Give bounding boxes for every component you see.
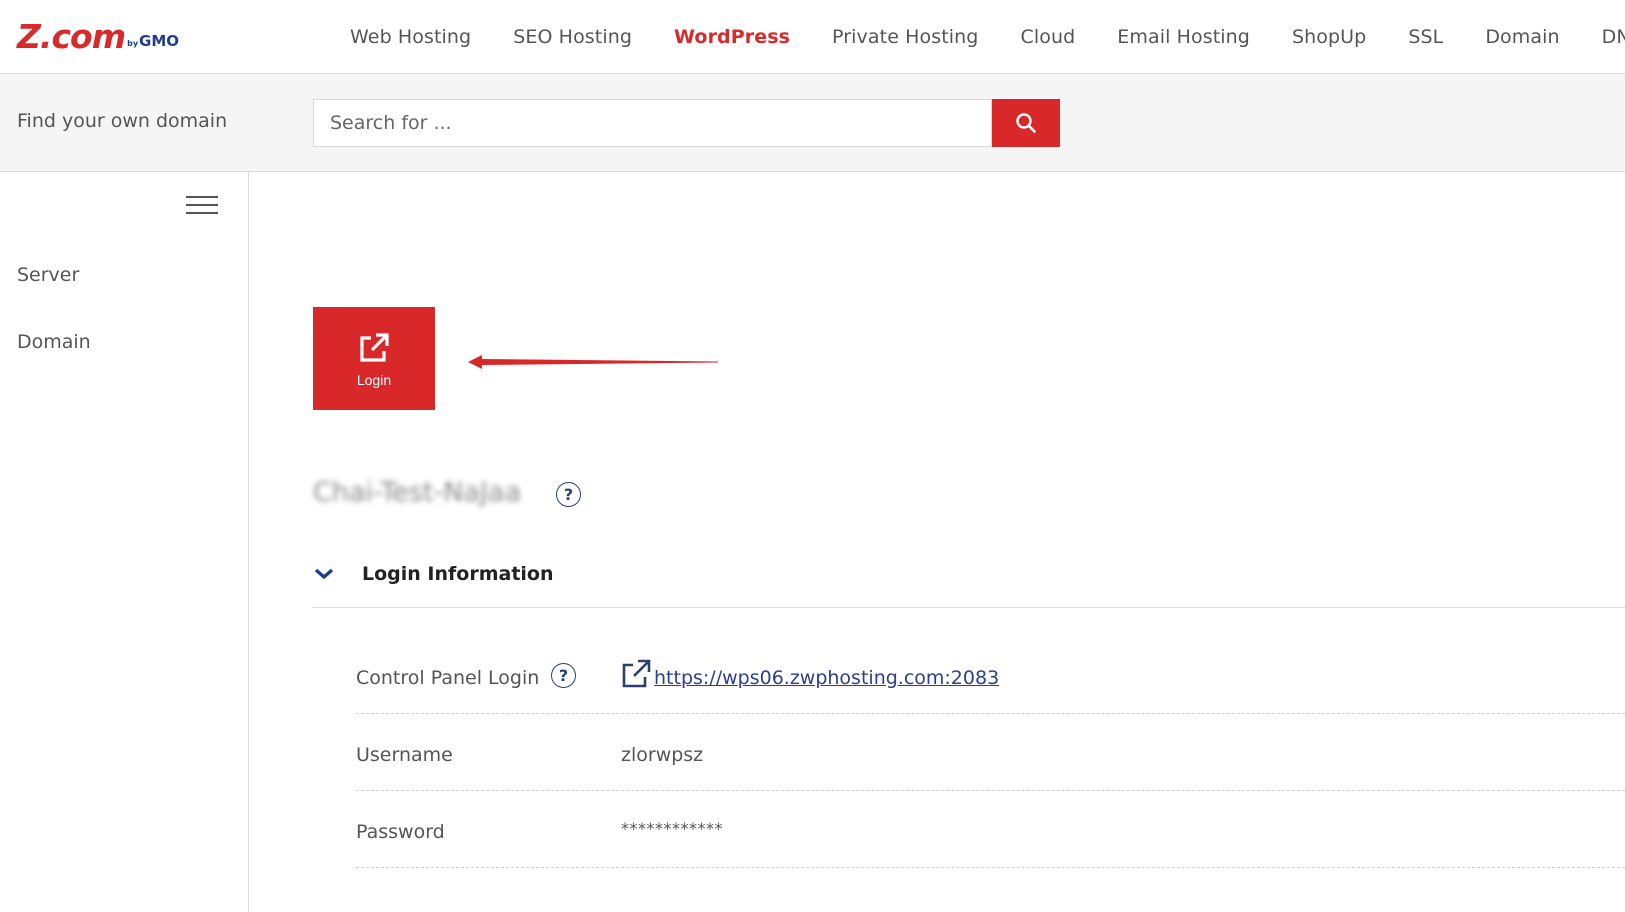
domain-search-input[interactable] [313, 99, 992, 147]
nav-web-hosting[interactable]: Web Hosting [350, 26, 471, 48]
nav-wordpress[interactable]: WordPress [674, 26, 790, 48]
nav-email-hosting[interactable]: Email Hosting [1117, 26, 1250, 48]
nav-domain[interactable]: Domain [1485, 26, 1559, 48]
row-separator [356, 867, 1625, 868]
nav-ssl[interactable]: SSL [1408, 26, 1443, 48]
login-tile-button[interactable]: Login [313, 307, 435, 410]
username-label: Username [356, 744, 453, 766]
logo-by-text: by [127, 39, 139, 48]
nav-seo-hosting[interactable]: SEO Hosting [513, 26, 632, 48]
username-value: zlorwpsz [621, 744, 704, 766]
zcom-logo[interactable]: Z.com by GMO [17, 18, 179, 54]
nav-private-hosting[interactable]: Private Hosting [832, 26, 978, 48]
left-arrow-icon [468, 355, 718, 369]
section-divider [313, 607, 1625, 608]
password-value: ************ [621, 819, 723, 838]
main-nav: Web Hosting SEO Hosting WordPress Privat… [350, 0, 1625, 74]
question-circle-icon[interactable]: ? [556, 482, 581, 507]
row-separator [356, 713, 1625, 714]
sidebar-item-domain[interactable]: Domain [17, 331, 91, 353]
search-button[interactable] [992, 99, 1060, 147]
row-separator [356, 790, 1625, 791]
logo-main-text: Z.com [17, 17, 126, 56]
hamburger-menu-icon[interactable] [186, 196, 218, 218]
domain-search-bar: Find your own domain [0, 74, 1625, 172]
nav-shopup[interactable]: ShopUp [1292, 26, 1366, 48]
control-panel-login-label: Control Panel Login [356, 667, 540, 689]
sidebar-item-server[interactable]: Server [17, 264, 79, 286]
external-link-icon[interactable] [621, 659, 651, 689]
external-link-icon [360, 332, 389, 362]
password-label: Password [356, 821, 445, 843]
nav-cloud[interactable]: Cloud [1020, 26, 1075, 48]
sidebar: Server Domain [0, 172, 249, 912]
top-navigation-bar: Z.com by GMO Web Hosting SEO Hosting Wor… [0, 0, 1625, 74]
server-name: Chai-Test-NaJaa [313, 477, 521, 508]
find-domain-label: Find your own domain [17, 110, 228, 132]
login-information-title[interactable]: Login Information [362, 563, 554, 585]
question-circle-icon[interactable]: ? [551, 663, 576, 688]
control-panel-login-link[interactable]: https://wps06.zwphosting.com:2083 [654, 667, 999, 689]
search-icon [1016, 113, 1036, 133]
login-tile-label: Login [356, 371, 392, 388]
chevron-down-icon[interactable] [313, 566, 335, 582]
nav-dns[interactable]: DNS [1602, 26, 1625, 48]
logo-gmo-text: GMO [139, 32, 180, 50]
